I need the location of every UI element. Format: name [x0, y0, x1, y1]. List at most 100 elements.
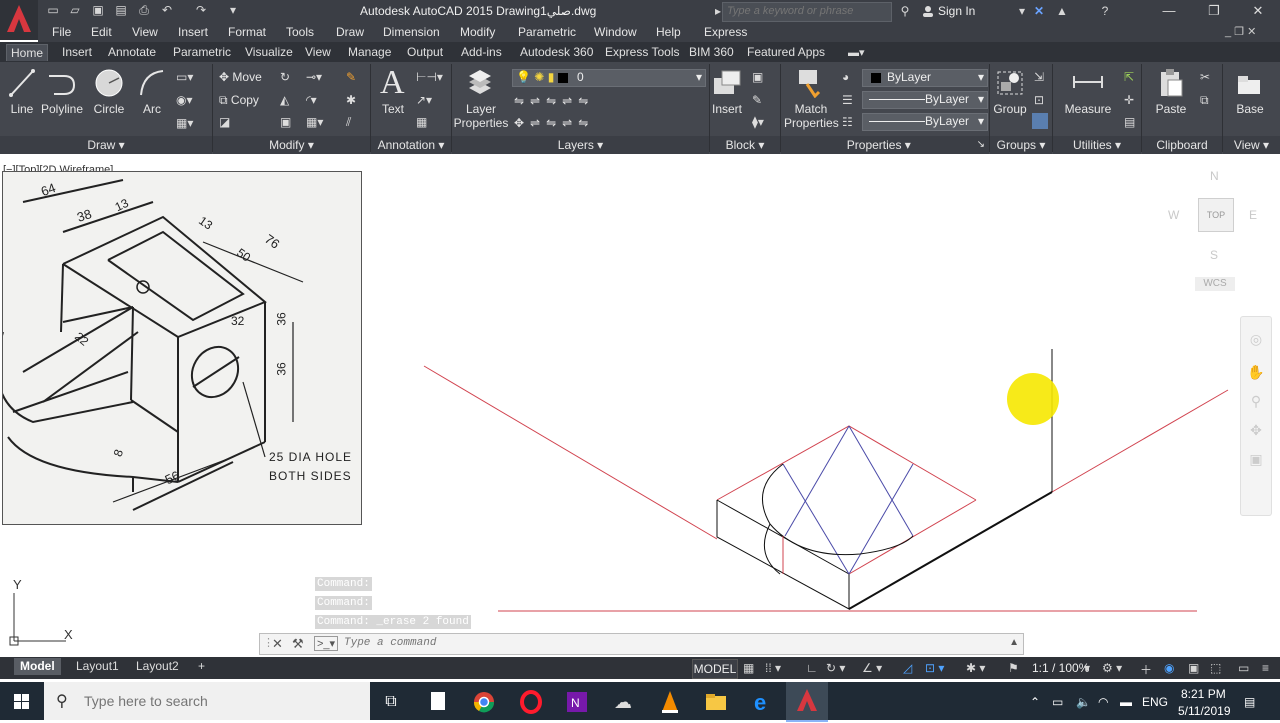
- onenote-icon[interactable]: N: [563, 688, 591, 716]
- hatch-icon[interactable]: ◉▾: [176, 93, 193, 107]
- menu-tools[interactable]: Tools: [286, 25, 314, 39]
- paste-icon[interactable]: [1158, 68, 1184, 101]
- help-search-input[interactable]: [723, 3, 891, 19]
- lineweight-display-icon[interactable]: ✱ ▾: [966, 661, 985, 675]
- clock-time[interactable]: 8:21 PM: [1181, 687, 1226, 701]
- group-selection-toggle-icon[interactable]: [1032, 113, 1048, 129]
- construction-line-left[interactable]: [423, 365, 718, 540]
- line-button[interactable]: Line: [8, 102, 36, 116]
- menu-parametric[interactable]: Parametric: [518, 25, 576, 39]
- block-panel-footer[interactable]: Block ▾: [710, 136, 780, 154]
- clean-screen-icon[interactable]: ⬚: [1210, 661, 1221, 675]
- polar-icon[interactable]: ↻ ▾: [826, 661, 845, 675]
- explode-icon[interactable]: ✱: [346, 93, 356, 107]
- battery-icon[interactable]: ▭: [1052, 695, 1063, 709]
- polyline-button[interactable]: Polyline: [40, 102, 84, 116]
- pan-icon[interactable]: ✋: [1241, 364, 1271, 381]
- menu-format[interactable]: Format: [228, 25, 266, 39]
- insert-block-icon[interactable]: [712, 68, 742, 101]
- layer-tools-row-1[interactable]: ⇋⇌⇋⇌⇋: [514, 94, 594, 108]
- app-icon-generic[interactable]: ☁: [609, 688, 637, 716]
- erase-icon[interactable]: ✎: [346, 70, 356, 84]
- scale-icon[interactable]: ▣: [280, 115, 291, 129]
- quick-access-dropdown-icon[interactable]: ▾: [226, 3, 240, 17]
- layout-tab-layout2[interactable]: Layout2: [130, 658, 185, 675]
- line-icon[interactable]: [8, 68, 36, 101]
- annotation-scale[interactable]: 1:1 / 100%: [1032, 661, 1089, 675]
- opera-icon[interactable]: [517, 688, 545, 716]
- linetype-dropdown[interactable]: ByLayer ▾: [862, 91, 988, 109]
- layer-properties-icon[interactable]: [466, 68, 494, 99]
- recent-commands-icon[interactable]: >_▾: [314, 636, 339, 651]
- array-icon[interactable]: ▦▾: [306, 115, 323, 129]
- cad-geometry[interactable]: [0, 154, 1240, 657]
- insert-button[interactable]: Insert: [710, 102, 744, 116]
- zoom-icon[interactable]: ⚲: [1241, 393, 1271, 410]
- taskbar-search-input[interactable]: [82, 692, 366, 710]
- draw-panel-footer[interactable]: Draw ▾: [0, 136, 212, 154]
- menu-insert[interactable]: Insert: [178, 25, 208, 39]
- table-icon[interactable]: ▦: [416, 115, 427, 129]
- paste-button[interactable]: Paste: [1152, 102, 1190, 116]
- sign-in-dropdown-icon[interactable]: ▾: [1015, 4, 1029, 18]
- utilities-panel-footer[interactable]: Utilities ▾: [1053, 136, 1141, 154]
- clock-date[interactable]: 5/11/2019: [1178, 704, 1231, 718]
- menu-modify[interactable]: Modify: [460, 25, 495, 39]
- menu-dimension[interactable]: Dimension: [383, 25, 440, 39]
- annotation-monitor-icon[interactable]: ＋: [1140, 661, 1152, 678]
- dimension-icon[interactable]: ⊢⊣▾: [416, 70, 443, 84]
- copy-clip-icon[interactable]: ⧉: [1200, 93, 1209, 108]
- power-icon[interactable]: ▬: [1120, 695, 1132, 709]
- maximize-icon[interactable]: ❐: [1200, 2, 1228, 20]
- binoculars-icon[interactable]: ⚲: [898, 4, 912, 18]
- boundary-icon[interactable]: ▦▾: [176, 116, 193, 130]
- stretch-icon[interactable]: ◪: [219, 115, 230, 129]
- tab-output[interactable]: Output: [403, 44, 447, 60]
- groups-panel-footer[interactable]: Groups ▾: [990, 136, 1052, 154]
- menu-file[interactable]: File: [52, 25, 71, 39]
- leader-icon[interactable]: ↗▾: [416, 93, 432, 107]
- volume-icon[interactable]: 🔈: [1076, 695, 1091, 709]
- tab-insert[interactable]: Insert: [58, 44, 96, 60]
- construction-line-right[interactable]: [1051, 389, 1229, 493]
- windows-start-icon[interactable]: [0, 682, 44, 720]
- minimize-icon[interactable]: —: [1155, 2, 1183, 20]
- tab-manage[interactable]: Manage: [344, 44, 395, 60]
- status-menu-icon[interactable]: ≡: [1262, 661, 1269, 675]
- tab-parametric[interactable]: Parametric: [169, 44, 235, 60]
- menu-window[interactable]: Window: [594, 25, 637, 39]
- doc-window-controls[interactable]: _ ❐ ✕: [1225, 25, 1256, 38]
- match-properties-button[interactable]: Match Properties: [784, 102, 839, 130]
- top-face-back-edges[interactable]: [716, 425, 977, 501]
- print-icon[interactable]: ⎙: [137, 3, 151, 17]
- center-line[interactable]: [784, 425, 850, 537]
- rotate-icon[interactable]: ↻: [280, 70, 290, 84]
- file-explorer-icon[interactable]: [702, 688, 730, 716]
- viewcube-top-face[interactable]: TOP: [1198, 198, 1234, 232]
- quick-select-icon[interactable]: ⇱: [1124, 70, 1134, 84]
- showmotion-icon[interactable]: ▣: [1241, 451, 1271, 468]
- annotation-scale-dropdown-icon[interactable]: ▾: [1084, 661, 1090, 675]
- layout-tab-layout1[interactable]: Layout1: [70, 658, 125, 675]
- file-app-icon[interactable]: [424, 688, 452, 716]
- hardware-acceleration-icon[interactable]: ▣: [1188, 661, 1199, 675]
- redo-icon[interactable]: ↷: [194, 3, 208, 17]
- base-view-icon[interactable]: [1236, 72, 1262, 99]
- save-icon[interactable]: ▣: [91, 3, 105, 17]
- connect-icon[interactable]: ▲: [1055, 4, 1069, 18]
- model-space-button[interactable]: MODEL: [692, 659, 738, 679]
- rectangle-icon[interactable]: ▭▾: [176, 70, 193, 84]
- polyline-icon[interactable]: [46, 68, 78, 101]
- create-block-icon[interactable]: ▣: [752, 70, 763, 84]
- menu-express[interactable]: Express: [704, 25, 747, 39]
- compass-west[interactable]: W: [1168, 208, 1179, 222]
- view-panel-footer[interactable]: View ▾: [1223, 136, 1280, 154]
- compass-east[interactable]: E: [1249, 208, 1257, 222]
- tab-add-ins[interactable]: Add-ins: [457, 44, 506, 60]
- compass-north[interactable]: N: [1210, 169, 1219, 183]
- measure-button[interactable]: Measure: [1062, 102, 1114, 116]
- sign-in-button[interactable]: Sign In: [938, 4, 975, 18]
- layer-tools-row-2[interactable]: ✥⇌⇋⇌⇋: [514, 116, 594, 130]
- offset-icon[interactable]: ⫽: [346, 115, 351, 130]
- ribbon-options-icon[interactable]: ▬▾: [848, 46, 865, 59]
